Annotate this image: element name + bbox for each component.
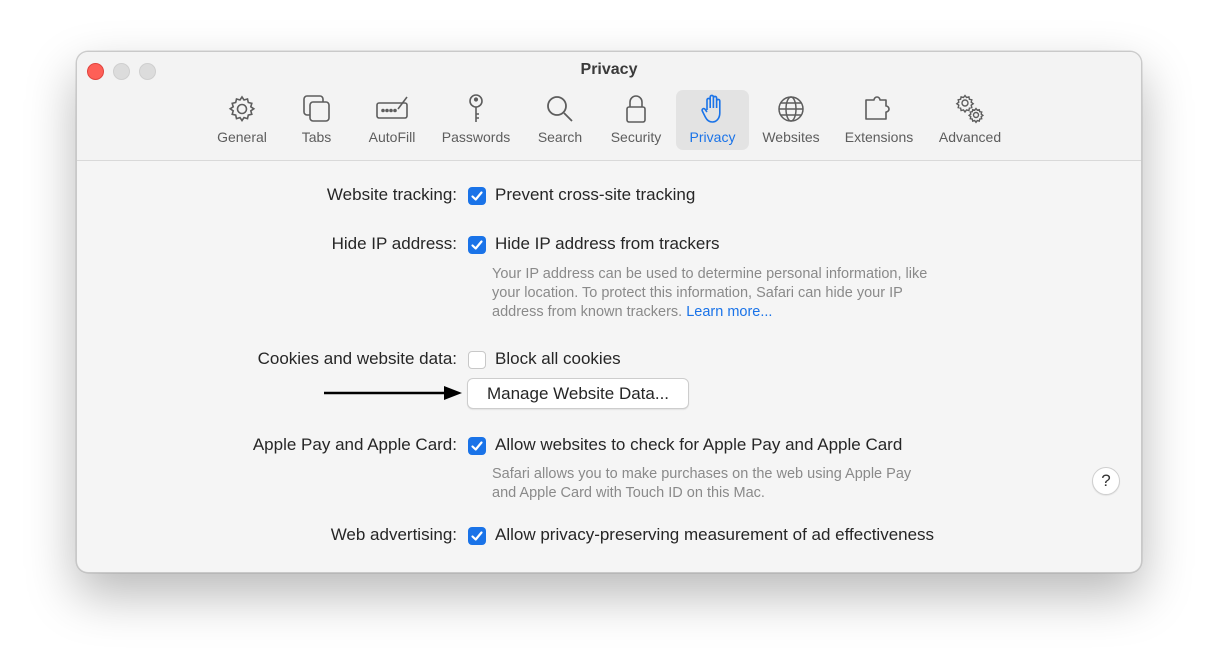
tab-label: Privacy — [689, 129, 736, 145]
tab-label: Tabs — [301, 129, 332, 145]
key-icon — [459, 92, 493, 126]
description-line: your location. To protect this informati… — [492, 285, 903, 301]
block-cookies-option[interactable]: Block all cookies — [495, 349, 621, 369]
tab-label: Passwords — [441, 129, 511, 145]
checkmark-icon — [471, 191, 483, 201]
description-line: address from known trackers. Learn more.… — [492, 304, 773, 320]
ad-measurement-checkbox[interactable] — [468, 527, 486, 545]
window-title: Privacy — [580, 61, 638, 78]
description-line: Safari allows you to make purchases on t… — [492, 466, 912, 482]
apple-pay-label: Apple Pay and Apple Card: — [252, 435, 457, 454]
help-button[interactable]: ? — [1092, 467, 1120, 495]
tab-label: Advanced — [938, 129, 1002, 145]
tab-label: Extensions — [844, 129, 914, 145]
tab-advanced[interactable]: Advanced — [933, 90, 1007, 150]
learn-more-link[interactable]: Learn more... — [686, 304, 772, 320]
hide-ip-checkbox[interactable] — [468, 236, 486, 254]
tab-label: Search — [537, 129, 583, 145]
globe-icon — [774, 92, 808, 126]
prevent-tracking-option[interactable]: Prevent cross-site tracking — [495, 185, 695, 205]
website-tracking-label: Website tracking: — [326, 185, 457, 204]
toolbar: Privacy General Tabs AutoFill Passwords … — [77, 52, 1141, 161]
hide-ip-label: Hide IP address: — [331, 234, 457, 253]
privacy-pane: Website tracking: Prevent cross-site tra… — [77, 161, 1141, 572]
tabs-icon — [300, 92, 334, 126]
checkmark-icon — [471, 240, 483, 250]
cookies-label: Cookies and website data: — [257, 349, 457, 368]
tab-autofill[interactable]: AutoFill — [361, 90, 423, 150]
prevent-tracking-checkbox[interactable] — [468, 187, 486, 205]
arrow-annotation — [324, 386, 462, 400]
puzzle-icon — [862, 92, 896, 126]
hide-ip-option[interactable]: Hide IP address from trackers — [495, 234, 720, 254]
tab-search[interactable]: Search — [532, 90, 588, 150]
tab-privacy[interactable]: Privacy — [676, 90, 749, 150]
hand-icon — [696, 92, 730, 126]
apple-pay-description: Safari allows you to make purchases on t… — [492, 465, 992, 503]
checkmark-icon — [471, 531, 483, 541]
tab-security[interactable]: Security — [605, 90, 667, 150]
manage-website-data-button[interactable]: Manage Website Data... — [467, 378, 689, 409]
safari-settings-window: Privacy General Tabs AutoFill Passwords … — [76, 51, 1142, 573]
tab-general[interactable]: General — [211, 90, 273, 150]
tab-extensions[interactable]: Extensions — [839, 90, 919, 150]
tab-label: General — [217, 129, 267, 145]
tab-passwords[interactable]: Passwords — [435, 90, 517, 150]
magnifier-icon — [543, 92, 577, 126]
autofill-icon — [375, 92, 409, 126]
tab-label: Websites — [762, 129, 820, 145]
gear-icon — [225, 92, 259, 126]
tab-tabs[interactable]: Tabs — [289, 90, 344, 150]
tab-label: AutoFill — [368, 129, 416, 145]
gears-icon — [953, 92, 987, 126]
checkmark-icon — [471, 441, 483, 451]
description-line: Your IP address can be used to determine… — [492, 266, 928, 282]
block-cookies-checkbox[interactable] — [468, 351, 486, 369]
lock-icon — [619, 92, 653, 126]
ad-measurement-option[interactable]: Allow privacy-preserving measurement of … — [495, 525, 934, 545]
apple-pay-option[interactable]: Allow websites to check for Apple Pay an… — [495, 435, 902, 455]
tab-websites[interactable]: Websites — [757, 90, 825, 150]
description-line: and Apple Card with Touch ID on this Mac… — [492, 485, 765, 501]
hide-ip-description: Your IP address can be used to determine… — [492, 265, 992, 322]
web-advertising-label: Web advertising: — [330, 525, 457, 544]
apple-pay-checkbox[interactable] — [468, 437, 486, 455]
tab-label: Security — [610, 129, 662, 145]
